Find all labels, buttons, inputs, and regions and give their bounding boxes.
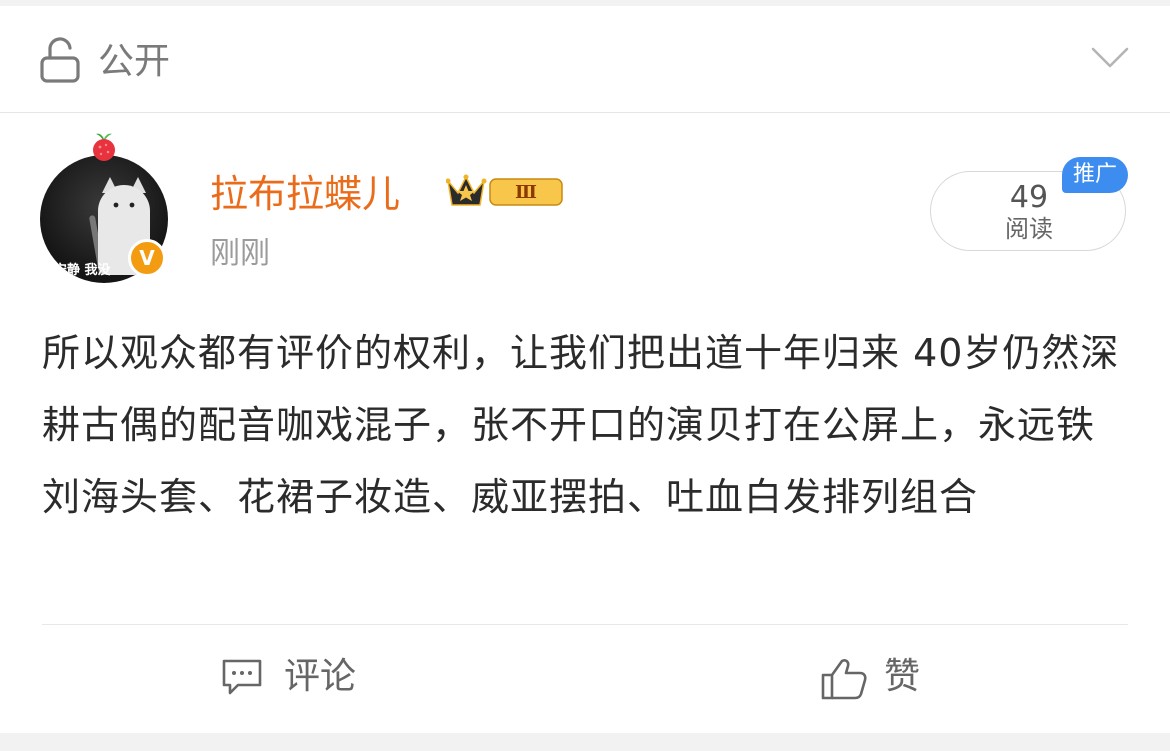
- verified-badge: V: [128, 239, 166, 277]
- post-time: 刚刚: [210, 236, 270, 271]
- cat-face: [113, 202, 135, 208]
- like-label: 赞: [884, 656, 921, 697]
- vip-crown-icon[interactable]: Ⅲ: [446, 171, 564, 213]
- avatar-caption: 安静 我没: [54, 263, 111, 278]
- promote-tag[interactable]: 推广: [1062, 157, 1128, 193]
- read-label: 阅读: [1005, 215, 1053, 243]
- member-level: Ⅲ: [515, 182, 537, 203]
- comment-icon: [222, 659, 262, 695]
- privacy-selector[interactable]: 公开: [0, 6, 1170, 113]
- author-name[interactable]: 拉布拉蝶儿: [210, 169, 400, 219]
- divider: [42, 624, 1128, 625]
- unlock-icon: [40, 37, 80, 83]
- post-body-text: 所以观众都有评价的权利，让我们把出道十年归来 40岁仍然深耕古偶的配音咖戏混子，…: [42, 331, 1120, 519]
- post-card: 安静 我没 V 拉布拉蝶儿 Ⅲ 刚刚 49 阅读 推广 所以观众都有评价的权利，…: [0, 113, 1170, 733]
- privacy-label: 公开: [98, 41, 171, 82]
- avatar[interactable]: 安静 我没 V: [40, 131, 180, 291]
- comment-label: 评论: [284, 656, 357, 697]
- chevron-down-icon[interactable]: [1090, 46, 1130, 70]
- lychee-icon: [93, 133, 115, 161]
- thumbs-up-icon: [821, 659, 867, 700]
